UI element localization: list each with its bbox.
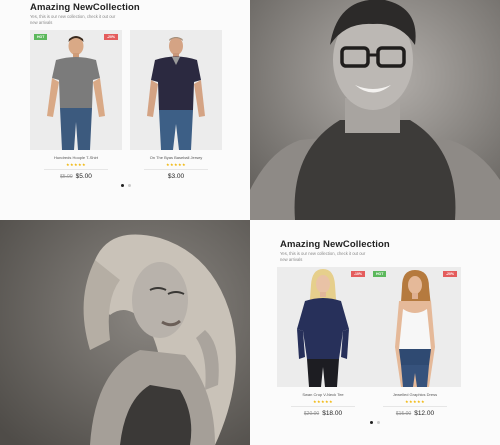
old-price: $5.00 xyxy=(60,174,73,180)
current-price: $3.00 xyxy=(167,173,185,180)
man-glasses-photo xyxy=(250,0,500,220)
product-name[interactable]: Swan Crop V-Neck Tee xyxy=(277,392,369,397)
rating-stars: ★★★★★ xyxy=(66,162,86,167)
divider xyxy=(291,406,355,407)
carousel-dot[interactable] xyxy=(377,421,380,424)
discount-badge: -20% xyxy=(442,271,457,277)
product-image[interactable]: HOT -20% xyxy=(369,267,461,387)
carousel-dot[interactable] xyxy=(128,184,131,187)
carousel-dot-active[interactable] xyxy=(370,421,373,424)
divider xyxy=(144,169,208,170)
section-description: Yes, this is our new collection, check i… xyxy=(280,251,366,262)
section-description: Yes, this is our new collection, check i… xyxy=(30,14,116,25)
product-card[interactable]: -10% Swan Crop V-Neck Tee ★★★★★ $20.00 $1… xyxy=(277,267,369,417)
collection-panel-top: Amazing NewCollection Yes, this is our n… xyxy=(0,0,250,220)
current-price: $5.00 xyxy=(75,173,92,180)
old-price: $15.00 xyxy=(395,411,412,417)
rating-stars: ★★★★★ xyxy=(313,399,333,404)
section-title: Amazing NewCollection xyxy=(30,2,140,13)
product-image[interactable]: -10% xyxy=(277,267,369,387)
divider xyxy=(383,406,447,407)
product-card[interactable]: HOT -20% Jewelled Graphics Dress ★★★★★ $… xyxy=(369,267,461,417)
divider xyxy=(44,169,108,170)
hot-badge: HOT xyxy=(34,34,48,40)
carousel-pagination xyxy=(370,421,380,424)
current-price: $18.00 xyxy=(322,410,343,417)
product-card[interactable]: On The Byas Baseball Jersey ★★★★★ $3.00 xyxy=(130,30,222,180)
product-price: $5.00 $5.00 xyxy=(30,173,122,180)
product-price: $20.00 $18.00 xyxy=(277,410,369,417)
woman-navy-shirt-photo xyxy=(277,267,369,387)
banner-image-man xyxy=(250,0,500,220)
product-card[interactable]: HOT -20% Hundreds Hoople T-Shirt ★★★★★ $… xyxy=(30,30,122,180)
woman-curly-hair-photo xyxy=(0,220,250,445)
product-image[interactable] xyxy=(130,30,222,150)
product-image[interactable]: HOT -20% xyxy=(30,30,122,150)
product-name[interactable]: Hundreds Hoople T-Shirt xyxy=(30,155,122,160)
rating-stars: ★★★★★ xyxy=(166,162,186,167)
collection-panel-bottom: Amazing NewCollection Yes, this is our n… xyxy=(250,220,500,445)
carousel-dot-active[interactable] xyxy=(121,184,124,187)
rating-stars: ★★★★★ xyxy=(405,399,425,404)
hot-badge: HOT xyxy=(373,271,387,277)
man-grey-tshirt-photo xyxy=(30,30,122,150)
man-navy-polo-photo xyxy=(130,30,222,150)
current-price: $12.00 xyxy=(414,410,435,417)
banner-image-woman xyxy=(0,220,250,445)
woman-white-tank-photo xyxy=(369,267,461,387)
product-name[interactable]: On The Byas Baseball Jersey xyxy=(130,155,222,160)
carousel-pagination xyxy=(121,184,131,187)
old-price: $20.00 xyxy=(303,411,320,417)
product-name[interactable]: Jewelled Graphics Dress xyxy=(369,392,461,397)
discount-badge: -10% xyxy=(350,271,365,277)
product-price: $15.00 $12.00 xyxy=(369,410,461,417)
product-price: $3.00 xyxy=(130,173,222,180)
section-title: Amazing NewCollection xyxy=(280,239,390,250)
discount-badge: -20% xyxy=(103,34,118,40)
